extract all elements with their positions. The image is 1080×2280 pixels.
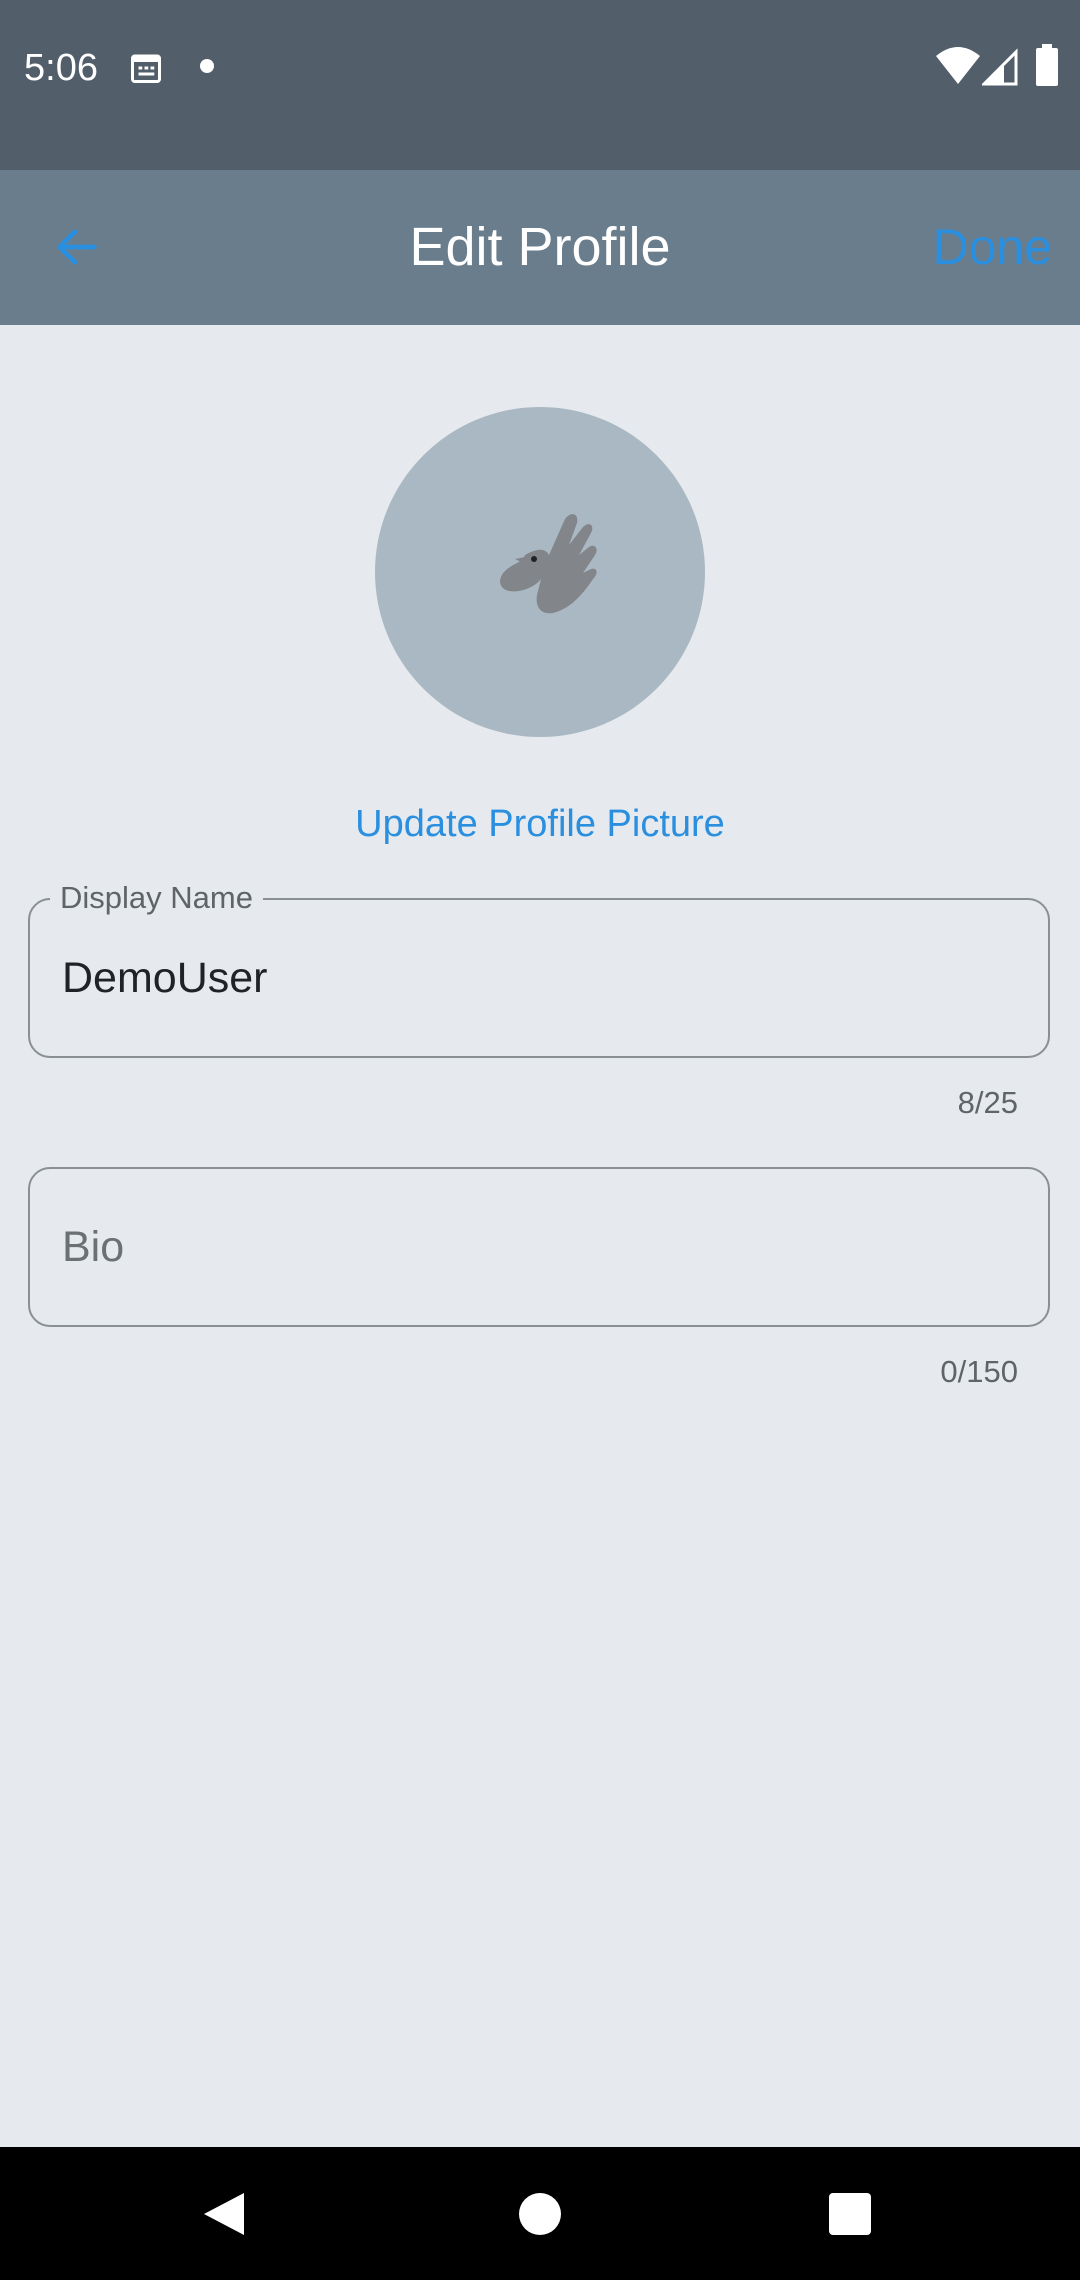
display-name-input[interactable] (62, 900, 1022, 1056)
cell-signal-icon (982, 48, 1018, 86)
wifi-icon (936, 47, 980, 84)
bio-counter: 0/150 (940, 1354, 1018, 1389)
bio-field (28, 1167, 1050, 1327)
app-bar: Edit Profile Done (0, 170, 1080, 325)
display-name-field: Display Name (28, 878, 1050, 1058)
system-nav-bar (0, 2147, 1080, 2280)
calendar-icon (131, 54, 161, 83)
arrow-left-icon (57, 229, 97, 265)
status-time: 5:06 (24, 47, 98, 89)
page-title: Edit Profile (409, 217, 671, 277)
notification-dot-icon (200, 59, 214, 73)
display-name-counter: 8/25 (957, 1085, 1018, 1120)
bio-input[interactable] (62, 1169, 1022, 1325)
status-bar: 5:06 (0, 0, 1080, 170)
avatar[interactable] (375, 407, 705, 737)
update-profile-picture-link[interactable]: Update Profile Picture (0, 803, 1080, 846)
back-triangle-icon[interactable] (200, 2189, 250, 2239)
back-button[interactable] (40, 210, 114, 284)
battery-icon (1036, 44, 1058, 86)
done-button[interactable]: Done (932, 170, 1052, 325)
home-circle-icon[interactable] (519, 2193, 561, 2235)
edit-profile-content: Update Profile Picture Display Name 8/25… (0, 325, 1080, 2147)
bird-hand-icon (500, 514, 597, 614)
recents-square-icon[interactable] (829, 2193, 871, 2235)
